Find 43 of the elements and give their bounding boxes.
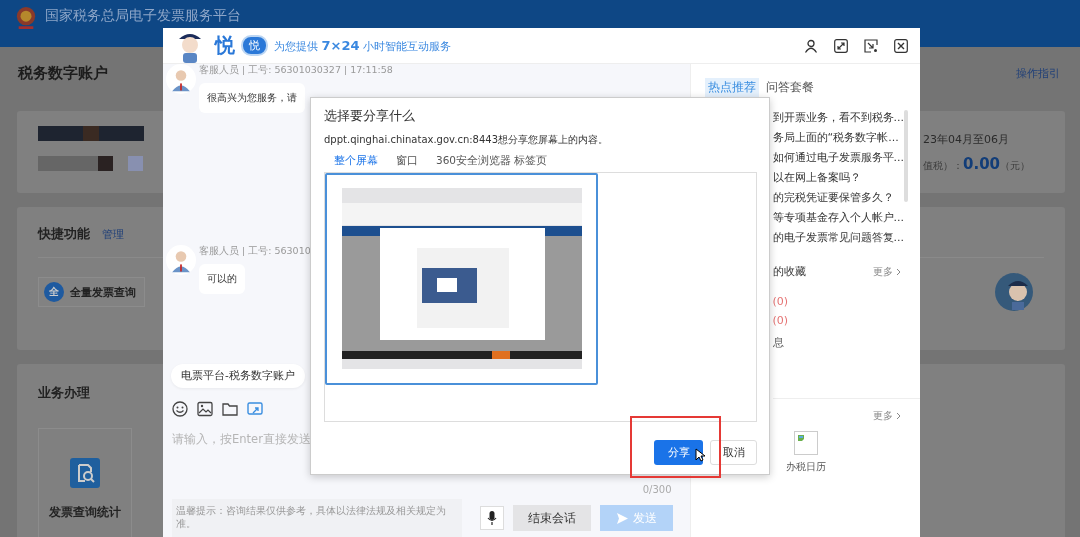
favorite-item: 息 [771,335,785,350]
more-link[interactable]: 更多 [873,409,902,423]
quick-reply-chip[interactable]: 电票平台-税务数字账户 [171,364,305,388]
section-title: 快捷功能 [38,225,90,243]
business-tile[interactable]: 发票查询统计 [38,428,132,537]
source-tab[interactable]: 360安全浏览器 标签页 [432,154,552,170]
share-button[interactable]: 分享 [654,440,703,465]
character-counter: 0/300 [642,484,672,497]
dialog-title: 选择要分享什么 [324,108,416,125]
end-session-button[interactable]: 结束会话 [512,505,592,531]
message-bubble: 很高兴为您服务，请 [199,83,305,113]
panel-tab[interactable]: 问答套餐 [762,78,817,97]
brand-badge: 悦 [241,35,268,56]
unit-text: （元） [1000,158,1030,173]
amount-value: 0.00 [963,154,1000,173]
cancel-button[interactable]: 取消 [710,440,757,465]
message-bubble: 可以的 [199,264,245,294]
tool-label: 办税日历 [785,460,826,474]
favorite-count: (0) [771,295,790,308]
period-text: 23年04月至06月 [923,131,1010,147]
source-tab[interactable]: 整个屏幕 [330,154,382,170]
hot-question-link[interactable]: 等专项基金存入个人帐户... [772,208,904,228]
dialog-message: dppt.qinghai.chinatax.gov.cn:8443想分享您屏幕上的内容。 [324,133,610,147]
favorites-title: 的收藏 [772,264,806,279]
hot-question-link[interactable]: 的完税凭证要保管多久？ [772,188,904,208]
service-subtitle: 为您提供 7×24 小时智能互动服务 [274,37,452,54]
message-meta: 客服人员 | 工号: 56301030327 | 17:11:58 [199,64,393,77]
page-heading: 税务数字账户 [18,63,108,83]
tax-label: 值税）： [923,158,963,173]
hot-question-link[interactable]: 的电子发票常见问题答复... [772,228,904,248]
disclaimer-tip: 温馨提示：咨询结果仅供参考，具体以法律法规及相关规定为准。 [172,499,463,537]
section-title: 业务办理 [38,385,90,400]
platform-title: 国家税务总局电子发票服务平台 [45,6,241,24]
hot-question-link[interactable]: 务局上面的“税务数字帐... [772,128,904,148]
more-link[interactable]: 更多 [873,264,902,279]
hot-question-link[interactable]: 如何通过电子发票服务平... [772,148,904,168]
shortcut-button[interactable]: 全 全量发票查询 [38,277,145,307]
message-meta: 客服人员 | 工号: 563010 [199,245,311,258]
brand-logo-text: 悦 [215,32,235,59]
source-tab[interactable]: 窗口 [392,154,422,170]
hot-question-link[interactable]: 以在网上备案吗？ [772,168,904,188]
favorite-count: (0) [771,314,790,327]
hot-question-link[interactable]: 到开票业务，看不到税务... [772,108,904,128]
